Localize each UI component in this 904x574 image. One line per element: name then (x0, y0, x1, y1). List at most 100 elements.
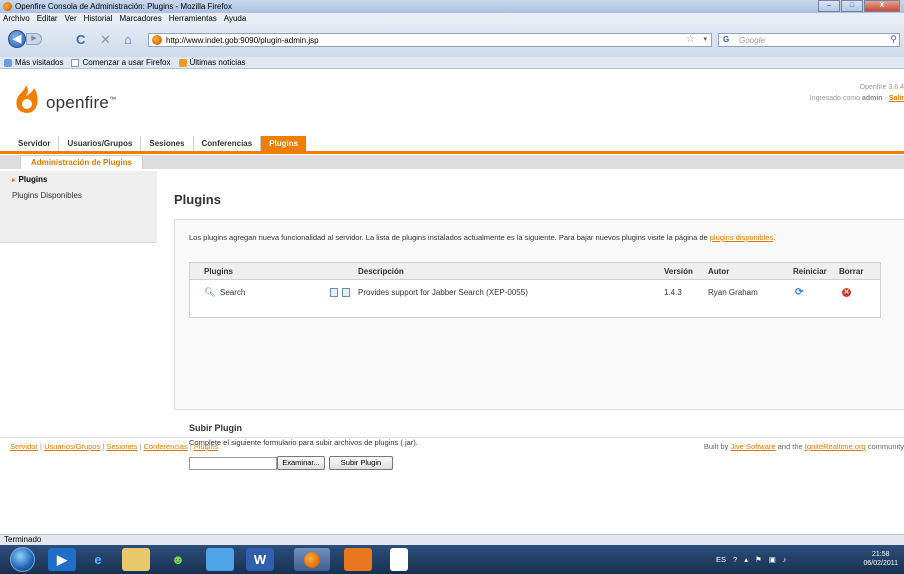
menu-archivo[interactable]: Archivo (3, 14, 30, 23)
username: admin (861, 95, 883, 102)
back-button[interactable]: ◀ (8, 30, 26, 48)
bookmark-ultimas-noticias[interactable]: Últimas noticias (178, 58, 246, 67)
footer-link-servidor[interactable]: Servidor (10, 442, 38, 451)
navigation-toolbar: ◀ ▶ C ✕ ⌂ http://www.indet.gob:9090/plug… (0, 24, 904, 57)
col-plugins: Plugins (204, 267, 233, 276)
reload-plugin-icon[interactable]: ⟳ (795, 287, 803, 298)
plugin-name: Search (220, 288, 246, 297)
clock-time: 21:58 (871, 551, 890, 558)
footer-link-sesiones[interactable]: Sesiones (107, 442, 138, 451)
subtab-administracion-plugins[interactable]: Administración de Plugins (20, 155, 143, 169)
delete-plugin-icon[interactable]: ✕ (842, 288, 851, 297)
bookmark-label: Últimas noticias (189, 58, 246, 67)
language-indicator[interactable]: ES (716, 555, 726, 564)
window-titlebar: Openfire Consola de Administración: Plug… (0, 0, 904, 13)
plugins-disponibles-link[interactable]: plugins disponibles (710, 233, 773, 242)
search-icon[interactable]: ⚲ (890, 34, 897, 45)
network-icon[interactable]: ▣ (769, 555, 776, 564)
footer-link-plugins[interactable]: Plugins (194, 442, 219, 451)
upload-description: Complete el siguiente formulario para su… (189, 438, 418, 447)
readme-icon[interactable] (330, 288, 338, 297)
volume-icon[interactable]: ♪ (783, 555, 787, 564)
google-icon[interactable]: G (723, 35, 735, 45)
igniterealtime-link[interactable]: IgniteRealtime.org (805, 442, 866, 451)
menu-herramientas[interactable]: Herramientas (169, 14, 217, 23)
footer-link-conferencias[interactable]: Conferencias (144, 442, 188, 451)
logout-link[interactable]: Salir (889, 95, 904, 102)
messenger-icon[interactable]: ☻ (164, 548, 192, 571)
firefox-icon (3, 2, 12, 11)
sidebar-item-label: Plugins Disponibles (12, 191, 82, 200)
explorer-folder-icon[interactable] (122, 548, 150, 571)
file-input[interactable] (189, 457, 277, 470)
plugin-description: Provides support for Jabber Search (XEP-… (358, 288, 528, 297)
openfire-flame-icon (16, 85, 38, 113)
reload-icon[interactable]: C (76, 32, 85, 47)
minimize-button[interactable]: – (818, 0, 840, 12)
help-icon[interactable]: ? (733, 555, 737, 564)
maximize-button[interactable]: □ (841, 0, 863, 12)
search-plugin-icon: 🔍︎ (204, 287, 216, 297)
subtab-bar: Administración de Plugins (0, 155, 904, 169)
version-text: Openfire 3.6.4 (859, 84, 904, 91)
changelog-icon[interactable] (342, 288, 350, 297)
menu-ayuda[interactable]: Ayuda (224, 14, 247, 23)
page-title: Plugins (174, 192, 221, 207)
main-tabs: Servidor Usuarios/Grupos Sesiones Confer… (0, 136, 904, 154)
close-button[interactable]: X (864, 0, 900, 12)
firefox-taskbar-icon[interactable] (294, 548, 330, 571)
col-reiniciar: Reiniciar (793, 267, 827, 276)
start-button[interactable] (10, 547, 35, 572)
tab-plugins[interactable]: Plugins (261, 136, 307, 151)
clock[interactable]: 21:58 06/02/2011 (863, 550, 898, 568)
flag-icon[interactable]: ⚑ (755, 555, 762, 564)
menu-editar[interactable]: Editar (37, 14, 58, 23)
presentation-icon[interactable] (344, 548, 372, 571)
login-status: Ingresado como admin - Salir (809, 95, 904, 102)
plugin-author: Ryan Graham (708, 288, 758, 297)
footer-nav: Servidor | Usuarios/Grupos | Sesiones | … (10, 442, 219, 451)
logo-text: openfire™ (46, 93, 117, 112)
bookmark-mas-visitados[interactable]: Más visitados (4, 58, 63, 67)
tab-servidor[interactable]: Servidor (10, 136, 60, 151)
plugin-version: 1.4.3 (664, 288, 682, 297)
menu-marcadores[interactable]: Marcadores (120, 14, 162, 23)
url-text[interactable]: http://www.indet.gob:9090/plugin-admin.j… (166, 36, 319, 45)
tab-usuarios-grupos[interactable]: Usuarios/Grupos (59, 136, 142, 151)
url-dropdown-icon[interactable]: ▾ (703, 35, 707, 43)
app-icon[interactable] (206, 548, 234, 571)
bookmark-label: Comenzar a usar Firefox (82, 58, 171, 67)
upload-plugin-button[interactable]: Subir Plugin (329, 456, 393, 470)
document-icon[interactable] (390, 548, 408, 571)
jive-software-link[interactable]: Jive Software (731, 442, 776, 451)
sidebar-item-plugins-disponibles[interactable]: Plugins Disponibles (0, 187, 157, 203)
rss-icon (178, 58, 187, 67)
stop-icon[interactable]: ✕ (100, 32, 111, 48)
bookmark-star-icon[interactable]: ☆ (686, 34, 695, 45)
word-icon[interactable]: W (246, 548, 274, 571)
openfire-logo[interactable]: openfire™ (14, 84, 116, 114)
menu-ver[interactable]: Ver (65, 14, 77, 23)
show-hidden-icon[interactable]: ▴ (744, 555, 748, 564)
internet-explorer-icon[interactable]: e (84, 548, 112, 571)
col-autor: Autor (708, 267, 730, 276)
forward-button[interactable]: ▶ (26, 33, 42, 45)
menu-historial[interactable]: Historial (84, 14, 113, 23)
plugins-panel: Los plugins agregan nueva funcionalidad … (174, 219, 904, 470)
table-header: Plugins Descripción Versión Autor Reinic… (190, 263, 880, 280)
sidebar-item-plugins[interactable]: ▸ Plugins (0, 171, 157, 187)
page-icon (71, 58, 80, 67)
bookmark-comenzar[interactable]: Comenzar a usar Firefox (71, 58, 171, 67)
menubar: Archivo Editar Ver Historial Marcadores … (0, 13, 904, 24)
tab-sesiones[interactable]: Sesiones (141, 136, 194, 151)
tab-conferencias[interactable]: Conferencias (194, 136, 262, 151)
media-player-icon[interactable]: ▶ (48, 548, 76, 571)
search-bar[interactable]: G Google ⚲ (718, 33, 900, 47)
footer-link-usuarios-grupos[interactable]: Usuarios/Grupos (44, 442, 100, 451)
home-icon[interactable]: ⌂ (124, 32, 132, 47)
browse-button[interactable]: Examinar... (277, 456, 325, 470)
url-bar[interactable]: http://www.indet.gob:9090/plugin-admin.j… (148, 33, 712, 47)
page-content: openfire™ Openfire 3.6.4 Ingresado como … (0, 70, 904, 534)
window-title: Openfire Consola de Administración: Plug… (15, 2, 232, 11)
clock-date: 06/02/2011 (863, 560, 898, 567)
